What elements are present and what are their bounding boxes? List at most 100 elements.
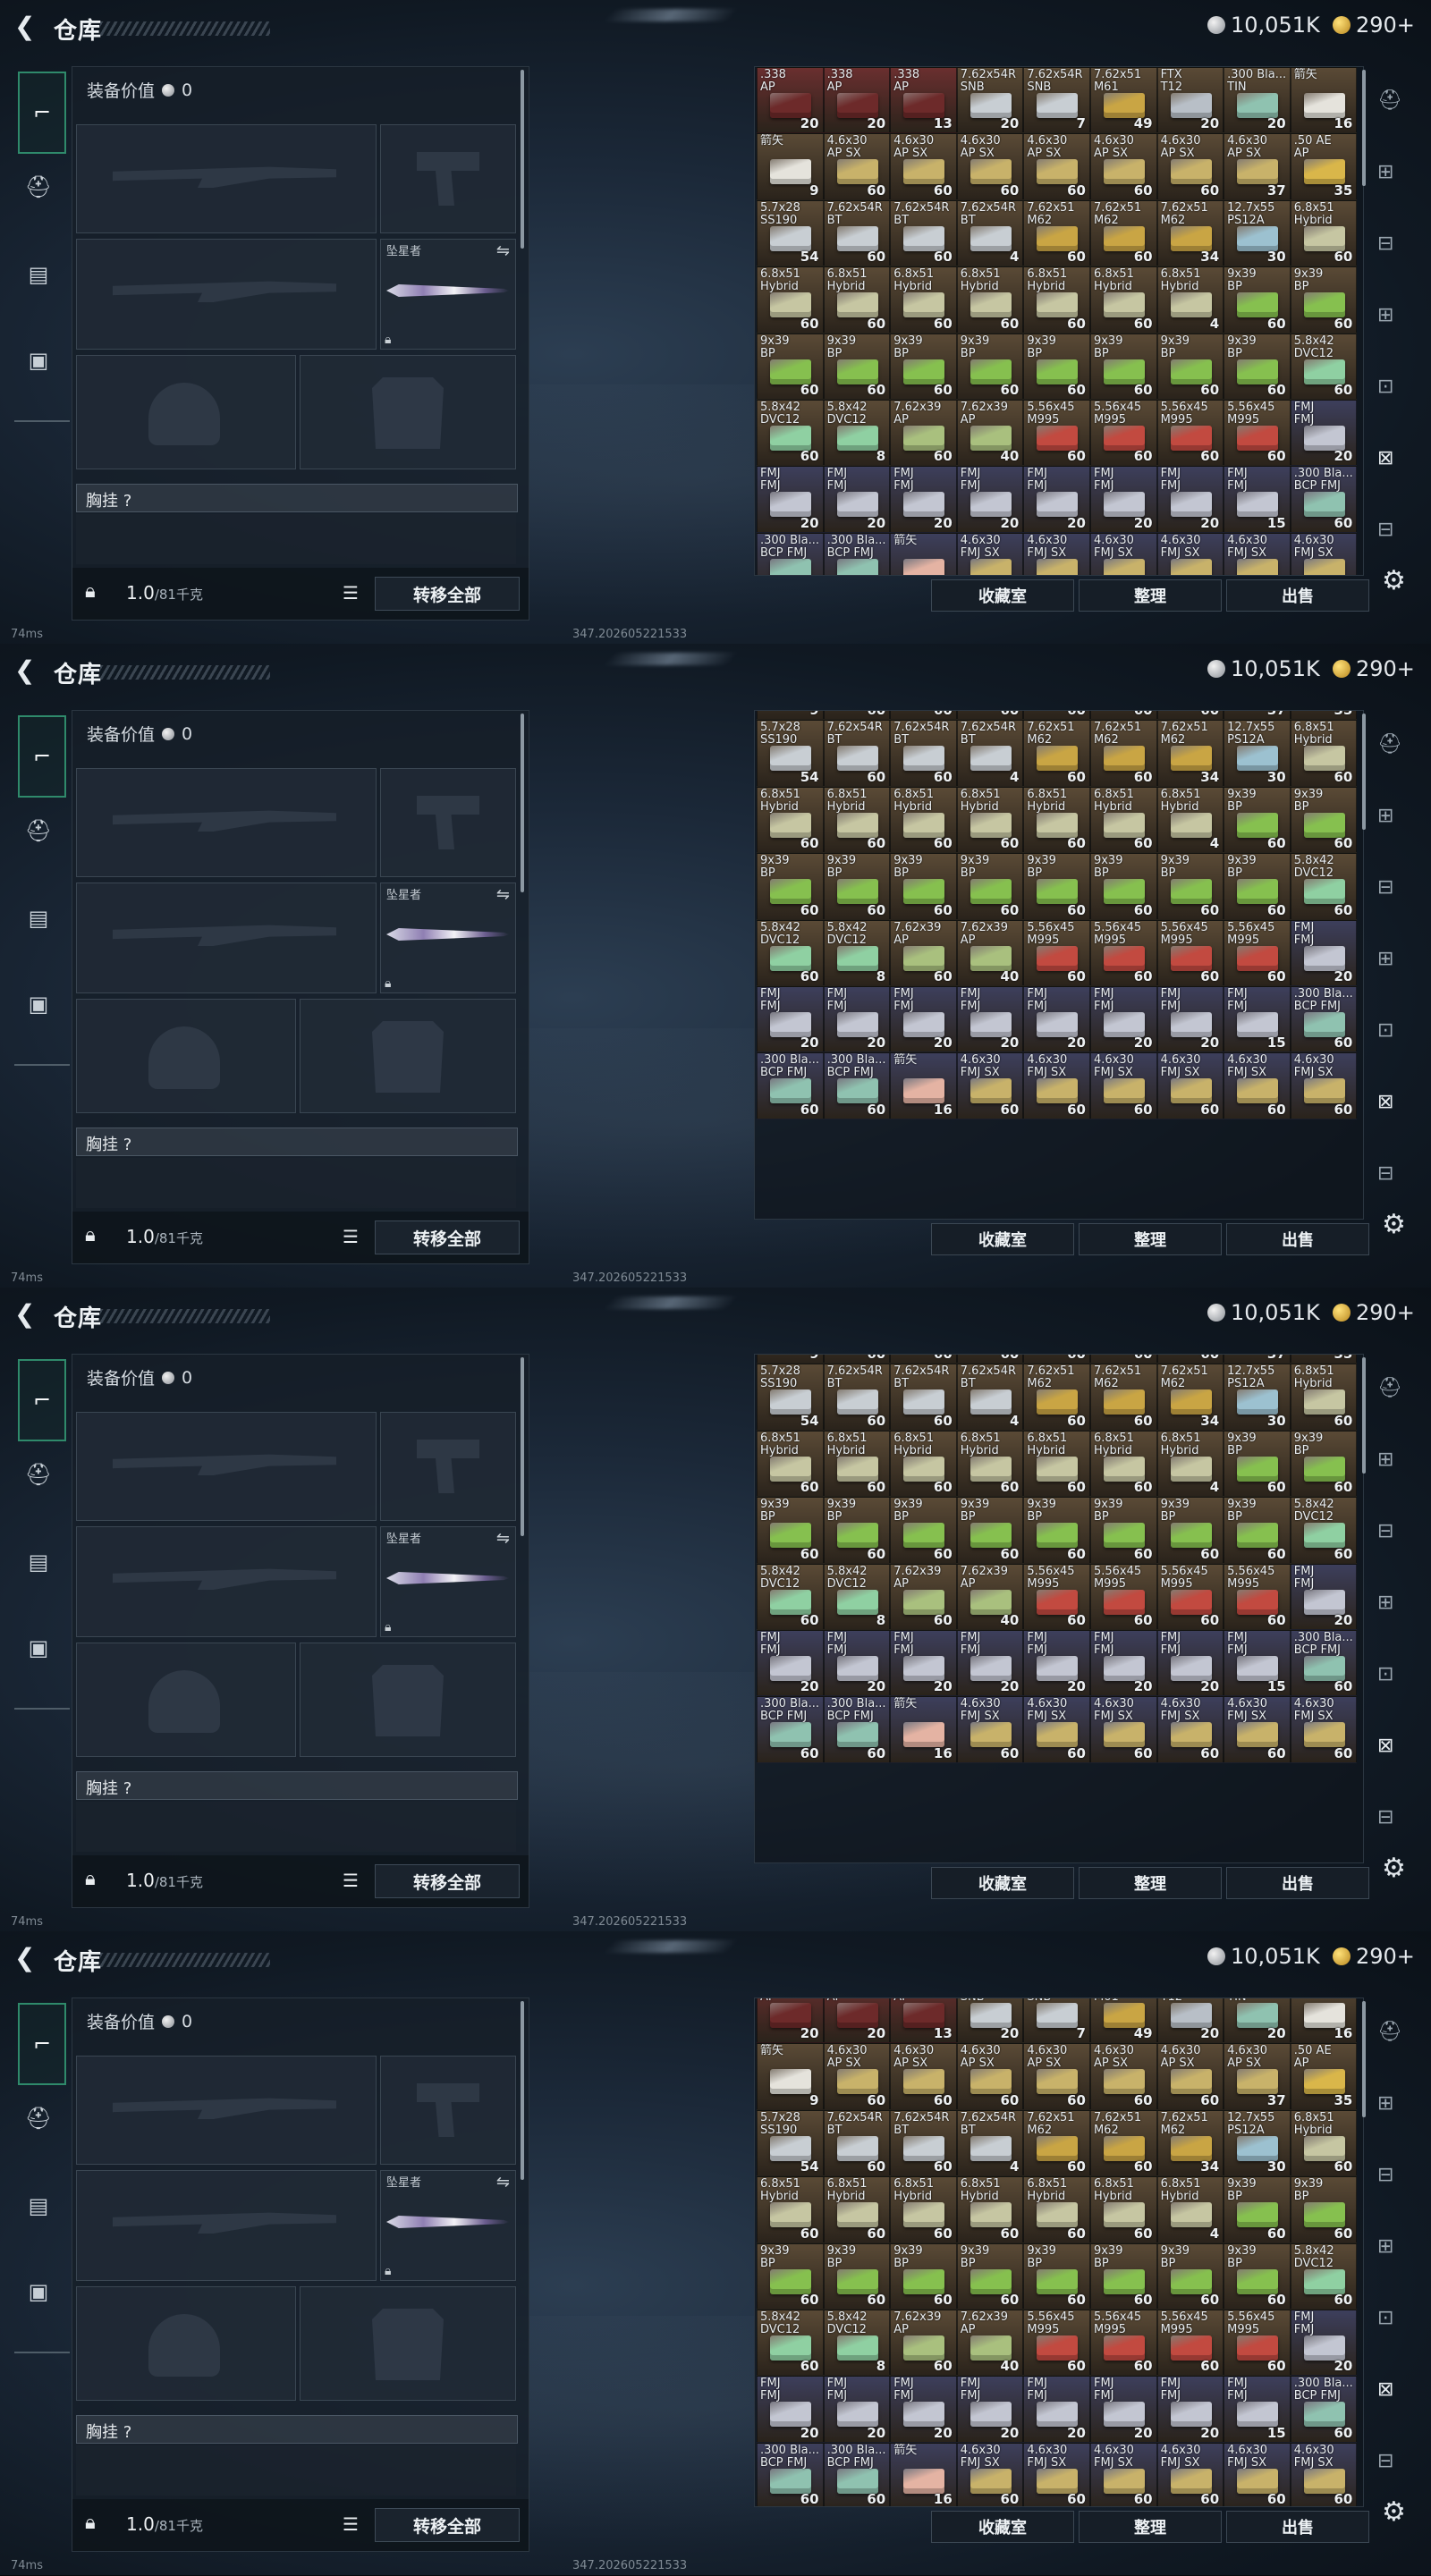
- inventory-item[interactable]: 7.62x54R SNB 20: [956, 1998, 1024, 2044]
- inventory-item[interactable]: 7.62x54R BT 60: [823, 720, 891, 787]
- inventory-item[interactable]: FMJ FMJ 20: [757, 1629, 824, 1697]
- inventory-item[interactable]: FMJ FMJ 20: [956, 985, 1024, 1053]
- inventory-item[interactable]: .50 AE AP35: [1290, 1355, 1358, 1364]
- inventory-item[interactable]: .338 AP 20: [757, 67, 824, 134]
- inventory-item[interactable]: 6.8x51 Hybrid 60: [956, 786, 1024, 854]
- inventory-item[interactable]: .338 AP 20: [757, 1998, 824, 2044]
- inventory-item[interactable]: 6.8x51 Hybrid 60: [1089, 1430, 1157, 1498]
- inventory-item[interactable]: 7.62x51 M62 60: [1023, 1364, 1090, 1431]
- inventory-item[interactable]: 6.8x51 Hybrid 60: [890, 266, 957, 334]
- inventory-item[interactable]: 9x39 BP 60: [1290, 1430, 1358, 1498]
- inventory-item[interactable]: 9x39 BP 60: [1156, 853, 1224, 920]
- gold-currency[interactable]: 290+: [1333, 1300, 1415, 1325]
- inventory-item[interactable]: 9x39 BP 60: [1089, 2242, 1157, 2310]
- armor-slot[interactable]: [300, 355, 516, 469]
- collection-room-button[interactable]: 收藏室: [931, 1867, 1074, 1899]
- equipment-scrollbar[interactable]: [521, 2001, 524, 2180]
- inventory-item[interactable]: 9x39 BP 60: [1290, 786, 1358, 854]
- inventory-item[interactable]: 9x39 BP 60: [890, 2242, 957, 2310]
- inventory-item[interactable]: 4.6x30 AP SX60: [1156, 711, 1224, 721]
- inventory-item[interactable]: 9x39 BP 60: [956, 2242, 1024, 2310]
- inventory-item[interactable]: FMJ FMJ 20: [890, 466, 957, 533]
- inventory-item[interactable]: 7.62x39 AP 60: [890, 919, 957, 986]
- inventory-item[interactable]: 5.8x42 DVC12 60: [1290, 333, 1358, 400]
- gold-currency[interactable]: 290+: [1333, 656, 1415, 681]
- inventory-item[interactable]: FMJ FMJ 20: [956, 1629, 1024, 1697]
- inventory-item[interactable]: 5.8x42 DVC12 60: [757, 2309, 824, 2377]
- inventory-item[interactable]: 7.62x51 M62 60: [1023, 199, 1090, 267]
- inventory-item[interactable]: 4.6x30 AP SX60: [1023, 1355, 1090, 1364]
- inventory-item[interactable]: FMJ FMJ 20: [1023, 985, 1090, 1053]
- inventory-item[interactable]: .50 AE AP35: [1290, 711, 1358, 721]
- inventory-item[interactable]: 4.6x30 AP SX60: [1089, 133, 1157, 200]
- primary-weapon-slot[interactable]: [76, 1412, 377, 1521]
- inventory-item[interactable]: 4.6x30 FMJ SX 60: [1290, 2442, 1358, 2506]
- back-arrow-icon[interactable]: ❮: [14, 1946, 38, 1971]
- inventory-item[interactable]: FMJ FMJ 20: [823, 985, 891, 1053]
- inventory-item[interactable]: .300 Bla... BCP FMJ 60: [1290, 2376, 1358, 2443]
- sell-button[interactable]: 出售: [1226, 2511, 1369, 2543]
- secondary-weapon-slot[interactable]: [76, 2170, 377, 2281]
- inventory-item[interactable]: 7.62x54R BT 60: [823, 1364, 891, 1431]
- tab-armor[interactable]: ⛑: [18, 166, 59, 207]
- inventory-item[interactable]: 9x39 BP 60: [823, 2242, 891, 2310]
- inventory-item[interactable]: 4.6x30 FMJ SX 60: [1023, 1696, 1090, 1763]
- inventory-item[interactable]: 4.6x30 FMJ SX 60: [956, 1696, 1024, 1763]
- inventory-item[interactable]: .300 Bla... TIN 20: [1224, 67, 1291, 134]
- helmet-slot[interactable]: [76, 355, 296, 469]
- pistol-slot[interactable]: [380, 124, 516, 233]
- inventory-item[interactable]: 6.8x51 Hybrid 60: [1089, 266, 1157, 334]
- armor-filter-icon[interactable]: ⊡: [1377, 1663, 1393, 1685]
- tab-weapons[interactable]: ⌐: [18, 72, 66, 154]
- inventory-item[interactable]: 5.56x45 M995 60: [1224, 919, 1291, 986]
- inventory-item[interactable]: 4.6x30 FMJ SX 60: [1023, 1052, 1090, 1119]
- inventory-item[interactable]: 7.62x54R BT 4: [956, 199, 1024, 267]
- helmet-slot[interactable]: [76, 2286, 296, 2401]
- inventory-item[interactable]: 5.56x45 M995 60: [1156, 2309, 1224, 2377]
- tab-weapons[interactable]: ⌐: [18, 2003, 66, 2085]
- inventory-item[interactable]: 4.6x30 AP SX60: [956, 711, 1024, 721]
- inventory-item[interactable]: 6.8x51 Hybrid 60: [890, 1430, 957, 1498]
- inventory-item[interactable]: 6.8x51 Hybrid 4: [1156, 266, 1224, 334]
- inventory-item[interactable]: 7.62x54R BT 60: [823, 199, 891, 267]
- armor-slot[interactable]: [300, 1643, 516, 1757]
- inventory-item[interactable]: 9x39 BP 60: [1290, 266, 1358, 334]
- inventory-item[interactable]: FMJ FMJ 20: [1156, 2376, 1224, 2443]
- inventory-item[interactable]: FMJ FMJ 20: [823, 1629, 891, 1697]
- inventory-item[interactable]: 箭矢9: [757, 1355, 824, 1364]
- inventory-item[interactable]: 4.6x30 AP SX 37: [1224, 133, 1291, 200]
- inventory-item[interactable]: FMJ FMJ 20: [890, 2376, 957, 2443]
- organize-button[interactable]: 整理: [1079, 579, 1222, 612]
- back-arrow-icon[interactable]: ❮: [14, 658, 38, 683]
- inventory-item[interactable]: 6.8x51 Hybrid 4: [1156, 1430, 1224, 1498]
- chest-rig-header[interactable]: 胸挂 ?: [76, 1128, 518, 1156]
- inventory-item[interactable]: 4.6x30 AP SX60: [1023, 711, 1090, 721]
- inventory-item[interactable]: 5.8x42 DVC12 60: [1290, 1497, 1358, 1564]
- inventory-item[interactable]: FMJ FMJ 20: [1290, 919, 1358, 986]
- inventory-item[interactable]: 9x39 BP 60: [757, 333, 824, 400]
- inventory-item[interactable]: 4.6x30 AP SX60: [890, 711, 957, 721]
- secondary-weapon-slot[interactable]: [76, 1526, 377, 1637]
- inventory-item[interactable]: 6.8x51 Hybrid 60: [1023, 2176, 1090, 2243]
- inventory-item[interactable]: 9x39 BP 60: [1089, 853, 1157, 920]
- list-icon[interactable]: ☰: [343, 1226, 359, 1247]
- inventory-item[interactable]: 7.62x51 M61 49: [1089, 1998, 1157, 2044]
- inventory-item[interactable]: 4.6x30 FMJ SX 60: [956, 1052, 1024, 1119]
- inventory-item[interactable]: 7.62x39 AP 40: [956, 2309, 1024, 2377]
- inventory-item[interactable]: 9x39 BP 60: [823, 1497, 891, 1564]
- inventory-item[interactable]: 5.56x45 M995 60: [1089, 2309, 1157, 2377]
- inventory-item[interactable]: 7.62x54R BT 4: [956, 2109, 1024, 2177]
- inventory-item[interactable]: 9x39 BP 60: [1224, 786, 1291, 854]
- inventory-item[interactable]: 6.8x51 Hybrid 60: [1290, 1364, 1358, 1431]
- sell-button[interactable]: 出售: [1226, 1223, 1369, 1255]
- tab-weapons[interactable]: ⌐: [18, 715, 66, 798]
- inventory-item[interactable]: 箭矢 16: [1290, 67, 1358, 134]
- misc-filter-icon[interactable]: ⊟: [1377, 1162, 1393, 1185]
- inventory-item[interactable]: 9x39 BP 60: [1224, 1430, 1291, 1498]
- inventory-item[interactable]: 7.62x54R BT 60: [823, 2109, 891, 2177]
- inventory-item[interactable]: 9x39 BP 60: [956, 333, 1024, 400]
- inventory-item[interactable]: 7.62x54R BT 60: [890, 2109, 957, 2177]
- ammo-filter-icon[interactable]: ⊟: [1377, 2164, 1393, 2186]
- tier4-active-filter-icon[interactable]: ⊠: [1377, 2378, 1393, 2401]
- inventory-item[interactable]: 5.56x45 M995 60: [1023, 1563, 1090, 1630]
